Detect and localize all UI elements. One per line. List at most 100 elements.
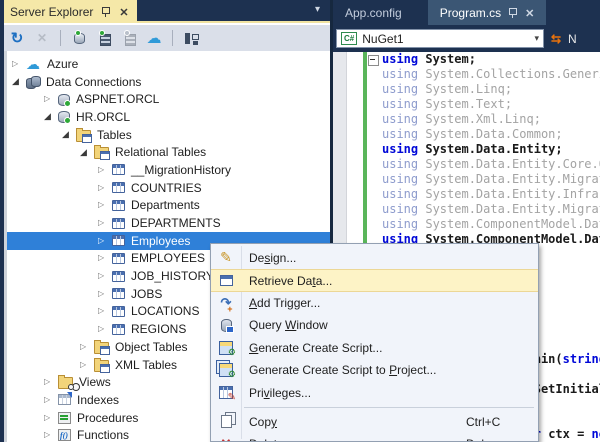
expand-arrow-icon[interactable] (44, 396, 58, 404)
tree-item-label: Object Tables (115, 340, 188, 354)
expand-arrow-icon[interactable] (12, 60, 26, 68)
tree-item-label: REGIONS (131, 322, 186, 336)
expand-arrow-icon[interactable] (98, 290, 112, 298)
code-line: using System.Linq; (382, 82, 600, 97)
change-tracking-bar (363, 52, 367, 247)
collapse-arrow-icon[interactable] (62, 130, 76, 139)
menu-item-label: Copy (249, 415, 277, 429)
menu-item-generate-create-script-to-project[interactable]: Generate Create Script to Project... (211, 359, 538, 381)
members-dropdown-fragment: N (568, 32, 577, 46)
tree-item-departments[interactable]: Departments (7, 197, 330, 215)
expand-arrow-icon[interactable] (98, 219, 112, 227)
tab-program-cs[interactable]: Program.cs (428, 0, 547, 25)
expand-arrow-icon[interactable] (98, 184, 112, 192)
expand-arrow-icon[interactable] (80, 361, 94, 369)
database-add-icon (73, 31, 86, 45)
generate-create-script-icon (219, 341, 233, 355)
tab-app-config[interactable]: App.config (333, 0, 414, 25)
collapse-arrow-icon[interactable] (44, 112, 58, 121)
tree-item-departments[interactable]: DEPARTMENTS (7, 214, 330, 232)
azure-cloud-icon (26, 57, 41, 71)
procedures-icon (58, 412, 71, 424)
tree-item-tables[interactable]: Tables (7, 126, 330, 144)
expand-arrow-icon[interactable] (44, 414, 58, 422)
stop-refresh-button (33, 29, 51, 47)
expand-arrow-icon[interactable] (44, 378, 58, 386)
table-icon (112, 235, 125, 246)
expand-arrow-icon[interactable] (44, 431, 58, 439)
expand-arrow-icon[interactable] (98, 254, 112, 262)
expand-arrow-icon[interactable] (98, 325, 112, 333)
menu-item-label: Query Window (249, 318, 328, 332)
expand-arrow-icon[interactable] (98, 307, 112, 315)
menu-item-query-window[interactable]: Query Window (211, 314, 538, 336)
tree-item-label: Views (79, 375, 111, 389)
tree-item-migrationhistory[interactable]: __MigrationHistory (7, 161, 330, 179)
menu-item-add-trigger[interactable]: Add Trigger... (211, 292, 538, 314)
query-window-icon (220, 319, 233, 332)
toolbar-separator (60, 30, 61, 46)
table-icon (112, 306, 125, 317)
toolbar-separator (172, 30, 173, 46)
collapse-arrow-icon[interactable] (80, 148, 94, 157)
tree-item-countries[interactable]: COUNTRIES (7, 179, 330, 197)
database-icon (58, 110, 70, 123)
chevron-down-icon[interactable] (534, 33, 539, 44)
table-icon (112, 182, 125, 193)
window-left-edge (0, 0, 4, 442)
menu-separator (244, 407, 534, 408)
tree-item-aspnet-orcl[interactable]: ASPNET.ORCL (7, 90, 330, 108)
editor-navigation-bar: C# NuGet1 N (333, 25, 600, 52)
tree-item-label: Procedures (77, 411, 138, 425)
pin-icon[interactable] (508, 7, 518, 18)
data-connections-icon (26, 76, 40, 88)
connect-to-database-button[interactable] (70, 29, 88, 47)
expand-arrow-icon[interactable] (98, 237, 112, 245)
code-line: using System.Data.Entity.Core.Objects; (382, 157, 600, 172)
tree-item-label: Relational Tables (115, 145, 206, 159)
indexes-icon (58, 394, 71, 405)
expand-arrow-icon[interactable] (98, 166, 112, 174)
expand-arrow-icon[interactable] (44, 95, 58, 103)
server-explorer-titlebar: Server Explorer (0, 0, 330, 23)
connect-to-server-button[interactable] (95, 29, 113, 47)
server-explorer-tab[interactable]: Server Explorer (0, 0, 137, 23)
connect-to-sharepoint-button (120, 29, 138, 47)
close-icon[interactable] (119, 3, 128, 21)
expand-arrow-icon[interactable] (98, 201, 112, 209)
csharp-project-icon: C# (341, 32, 357, 45)
types-dropdown[interactable]: C# NuGet1 (336, 29, 544, 48)
collapse-region-icon[interactable] (368, 55, 379, 66)
menu-item-copy[interactable]: CopyCtrl+C (211, 411, 538, 433)
tree-item-azure[interactable]: Azure (7, 55, 330, 73)
server-explorer-title: Server Explorer (10, 5, 93, 19)
connect-to-azure-button[interactable] (145, 29, 163, 47)
menu-item-generate-create-script[interactable]: Generate Create Script... (211, 337, 538, 359)
tree-item-label: Departments (131, 198, 200, 212)
generate-create-script-to-project-icon (219, 363, 233, 377)
tree-item-data-connections[interactable]: Data Connections (7, 73, 330, 91)
table-icon (112, 164, 125, 175)
menu-item-retrieve-data[interactable]: Retrieve Data... (211, 269, 538, 291)
table-icon (112, 324, 125, 335)
menu-item-privileges[interactable]: Privileges... (211, 381, 538, 403)
menu-item-delete[interactable]: DeleteDel (211, 433, 538, 442)
database-icon (58, 93, 70, 106)
window-position-chevron-icon[interactable] (315, 4, 320, 15)
menu-item-design[interactable]: Design... (211, 247, 538, 269)
document-tab-band: App.config Program.cs (333, 0, 600, 25)
code-line: using System.Data.Entity.Infrastructure; (382, 187, 600, 202)
tree-item-relational-tables[interactable]: Relational Tables (7, 143, 330, 161)
pin-icon[interactable] (101, 6, 111, 17)
refresh-button[interactable] (8, 29, 26, 47)
sql-server-object-explorer-button[interactable] (182, 29, 200, 47)
expand-arrow-icon[interactable] (80, 343, 94, 351)
expand-arrow-icon[interactable] (98, 272, 112, 280)
close-icon[interactable] (525, 6, 534, 20)
tree-item-label: XML Tables (115, 358, 177, 372)
collapse-arrow-icon[interactable] (12, 77, 26, 86)
code-line: using System.Collections.Generic; (382, 67, 600, 82)
views-folder-icon (58, 377, 73, 389)
tree-item-hr-orcl[interactable]: HR.ORCL (7, 108, 330, 126)
code-line: using System; (382, 52, 600, 67)
